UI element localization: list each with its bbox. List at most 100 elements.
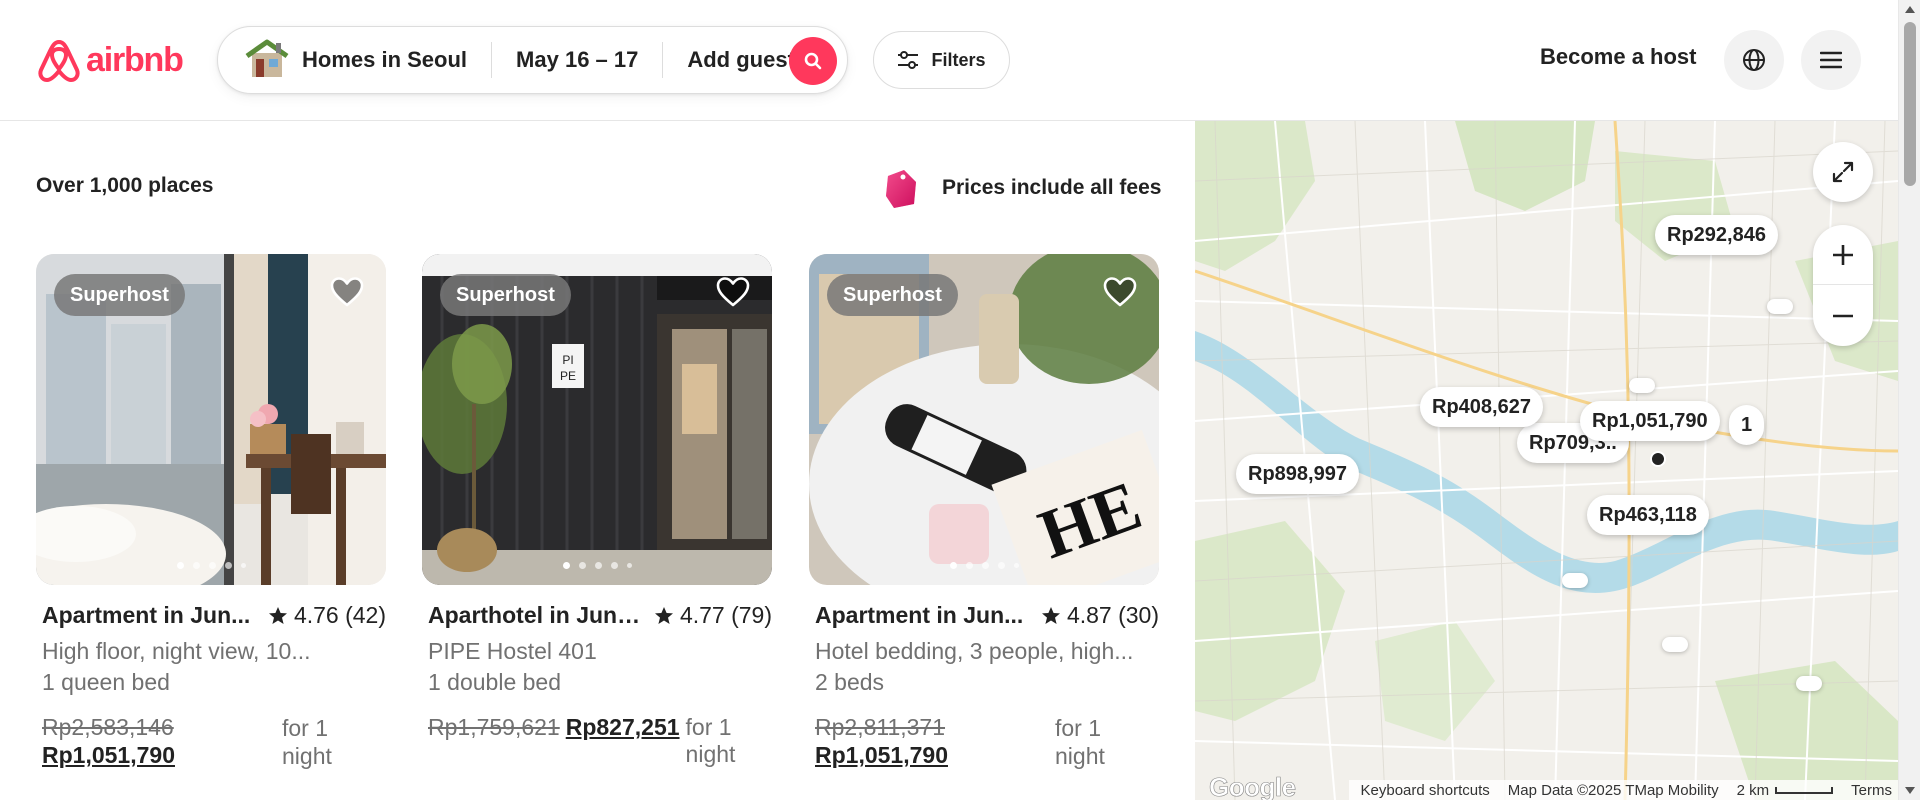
pagination-dot[interactable]: [610, 562, 618, 569]
search-dates[interactable]: May 16 – 17: [492, 47, 662, 73]
scale-bar: [1775, 787, 1834, 795]
page-scrollbar[interactable]: [1898, 0, 1920, 800]
main-menu-button[interactable]: [1801, 30, 1861, 90]
map-price-pin[interactable]: Rp408,627: [1420, 387, 1543, 427]
pagination-dot[interactable]: [578, 562, 586, 569]
listing-title-row: Aparthotel in Jung... 4.77 (79): [428, 602, 772, 629]
zoom-out-button[interactable]: [1813, 286, 1873, 346]
scroll-up-arrow-icon[interactable]: [1905, 6, 1915, 13]
map-price-pin[interactable]: Rp463,118: [1587, 495, 1709, 535]
brand-wordmark: airbnb: [86, 40, 184, 79]
listing-rating: 4.77 (79): [654, 602, 772, 629]
become-host-link[interactable]: Become a host: [1540, 44, 1697, 70]
listing-rating-value: 4.77 (79): [679, 602, 772, 628]
listing-photo[interactable]: Superhost: [36, 254, 386, 585]
map-view[interactable]: Rp292,846 1 Rp709,3.. Rp408,627 Rp1,051,…: [1195, 121, 1898, 800]
listing-photo[interactable]: PI PE Superhost: [422, 254, 772, 585]
listing-price: Rp1,759,621 Rp827,251 for 1 night: [428, 714, 768, 768]
location-marker: [1650, 451, 1666, 467]
filters-label: Filters: [931, 49, 986, 70]
map-pin-mini[interactable]: [1796, 676, 1822, 691]
pagination-dot[interactable]: [1013, 563, 1019, 568]
original-price: Rp1,759,621: [428, 714, 560, 740]
menu-icon: [1820, 51, 1842, 69]
map-pin-mini[interactable]: [1767, 299, 1793, 314]
listing-rating: 4.87 (30): [1041, 602, 1159, 629]
listing-subtitle: Hotel bedding, 3 people, high...: [815, 638, 1134, 664]
airbnb-logo-icon: [38, 40, 80, 82]
wishlist-heart-icon[interactable]: [1103, 276, 1137, 308]
price-tag-icon: [886, 170, 916, 208]
search-location[interactable]: Homes in Seoul: [218, 27, 491, 93]
keyboard-shortcuts-link[interactable]: Keyboard shortcuts: [1361, 782, 1490, 799]
pagination-dot[interactable]: [965, 562, 973, 569]
photo-pagination: [422, 562, 772, 569]
zoom-controls: [1813, 225, 1873, 346]
pagination-dot[interactable]: [208, 562, 216, 569]
scrollbar-thumb[interactable]: [1904, 22, 1916, 186]
pagination-dot[interactable]: [594, 562, 602, 569]
map-data-credit: Map Data ©2025 TMap Mobility: [1507, 781, 1719, 799]
svg-text:PI: PI: [562, 353, 573, 367]
fees-note-text: Prices include all fees: [942, 176, 1162, 199]
superhost-badge: Superhost: [440, 274, 571, 316]
listing-card[interactable]: Superhost Apartment in Jun... 4.76 (42) …: [36, 254, 386, 784]
original-price: Rp2,583,146: [42, 714, 174, 740]
pagination-dot[interactable]: [981, 562, 989, 569]
map-pin-mini[interactable]: [1562, 573, 1588, 588]
listing-rating-value: 4.76 (42): [293, 602, 386, 628]
price-period: for 1 night: [685, 714, 736, 767]
listing-card[interactable]: HE Superhost Apartment in Jun... 4.87 (3…: [809, 254, 1159, 784]
pagination-dot[interactable]: [176, 562, 184, 569]
discounted-price[interactable]: Rp1,051,790: [42, 742, 175, 769]
pagination-dot[interactable]: [997, 562, 1005, 569]
original-price: Rp2,811,371: [815, 714, 946, 740]
search-location-label: Homes in Seoul: [302, 47, 468, 72]
wishlist-heart-icon[interactable]: [716, 276, 750, 308]
listing-title: Apartment in Jun...: [42, 602, 251, 628]
discounted-price[interactable]: Rp827,251: [566, 714, 680, 741]
listing-title: Aparthotel in Jung...: [428, 602, 643, 628]
expand-icon: [1832, 161, 1854, 183]
pagination-dot[interactable]: [949, 562, 957, 569]
pagination-dot[interactable]: [562, 562, 570, 569]
top-header: airbnb Homes in Seoul May 16 – 17 Add gu…: [0, 0, 1898, 121]
search-icon: [804, 52, 822, 70]
map-pin-mini[interactable]: [1629, 378, 1655, 393]
map-price-pin[interactable]: Rp898,997: [1236, 454, 1359, 494]
discounted-price[interactable]: Rp1,051,790: [815, 742, 948, 769]
price-period: for 1 night: [1055, 715, 1105, 769]
map-price-pin[interactable]: Rp292,846: [1655, 215, 1778, 255]
map-scale[interactable]: 2 km: [1737, 782, 1834, 799]
listing-beds: 1 queen bed: [42, 669, 170, 695]
listing-title: Apartment in Jun...: [815, 602, 1024, 628]
house-icon: [245, 39, 289, 77]
pagination-dot[interactable]: [192, 562, 200, 569]
scroll-down-arrow-icon[interactable]: [1905, 787, 1915, 794]
wishlist-heart-icon[interactable]: [330, 276, 364, 308]
map-pin-mini[interactable]: [1662, 637, 1688, 652]
language-button[interactable]: [1724, 30, 1784, 90]
listing-title-row: Apartment in Jun... 4.76 (42): [42, 602, 386, 629]
map-price-pin[interactable]: Rp1,051,790: [1580, 401, 1720, 441]
pagination-dot[interactable]: [240, 563, 246, 568]
terms-link[interactable]: Terms: [1851, 782, 1892, 799]
airbnb-logo[interactable]: airbnb: [36, 36, 184, 84]
svg-text:PE: PE: [560, 369, 576, 383]
pagination-dot[interactable]: [224, 562, 232, 569]
superhost-badge: Superhost: [54, 274, 185, 316]
search-button[interactable]: [789, 37, 837, 85]
star-icon: [1041, 606, 1060, 624]
expand-map-button[interactable]: [1813, 142, 1873, 202]
listing-card[interactable]: PI PE Superhost Aparthotel in Jung... 4.…: [422, 254, 772, 784]
search-bar[interactable]: Homes in Seoul May 16 – 17 Add guests: [217, 26, 848, 94]
filters-button[interactable]: Filters: [873, 31, 1010, 89]
listing-beds: 1 double bed: [428, 669, 562, 695]
map-footer: Google Keyboard shortcuts Map Data ©2025…: [1195, 772, 1898, 800]
zoom-in-button[interactable]: [1813, 225, 1873, 285]
google-logo: Google: [1209, 772, 1297, 800]
listing-photo[interactable]: HE Superhost: [809, 254, 1159, 585]
pagination-dot[interactable]: [626, 563, 632, 568]
map-price-pin[interactable]: 1: [1729, 405, 1765, 445]
minus-icon: [1833, 314, 1853, 318]
